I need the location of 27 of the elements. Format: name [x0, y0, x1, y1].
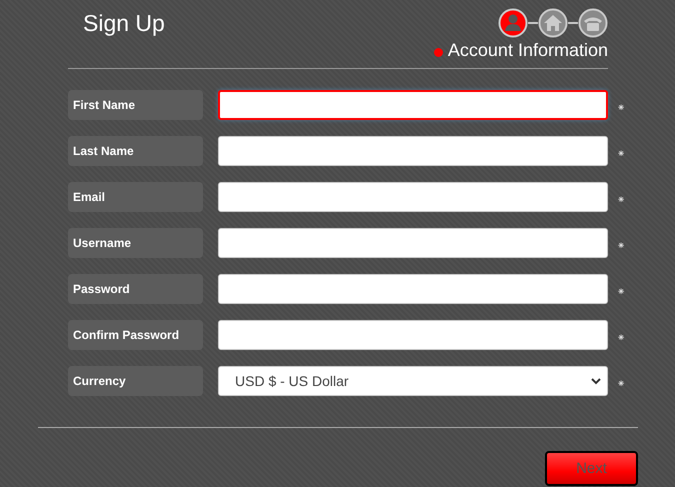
section-title: Account Information [448, 40, 608, 61]
field-label: Confirm Password [68, 320, 203, 350]
person-icon[interactable] [498, 8, 528, 38]
field-label: Password [68, 274, 203, 304]
required-mark: ⁕ [618, 284, 624, 296]
input-field[interactable] [218, 182, 608, 212]
required-mark: ⁕ [618, 146, 624, 158]
home-icon[interactable] [538, 8, 568, 38]
phone-icon[interactable] [578, 8, 608, 38]
required-mark: ⁕ [618, 238, 624, 250]
input-field[interactable] [218, 136, 608, 166]
input-field[interactable] [218, 274, 608, 304]
field-label: First Name [68, 90, 203, 120]
input-field[interactable] [218, 90, 608, 120]
input-field[interactable] [218, 320, 608, 350]
required-mark: ⁕ [618, 192, 624, 204]
field-label: Last Name [68, 136, 203, 166]
required-mark: ⁕ [618, 330, 624, 342]
input-field[interactable] [218, 228, 608, 258]
required-mark: ⁕ [618, 100, 624, 112]
field-label: Username [68, 228, 203, 258]
required-mark: ⁕ [618, 376, 624, 388]
chevron-icon [591, 378, 601, 384]
page-title: Sign Up [83, 10, 165, 38]
field-label: Email [68, 182, 203, 212]
currency-dropdown[interactable]: USD $ - US Dollar [218, 366, 608, 396]
field-label: Currency [68, 366, 203, 396]
